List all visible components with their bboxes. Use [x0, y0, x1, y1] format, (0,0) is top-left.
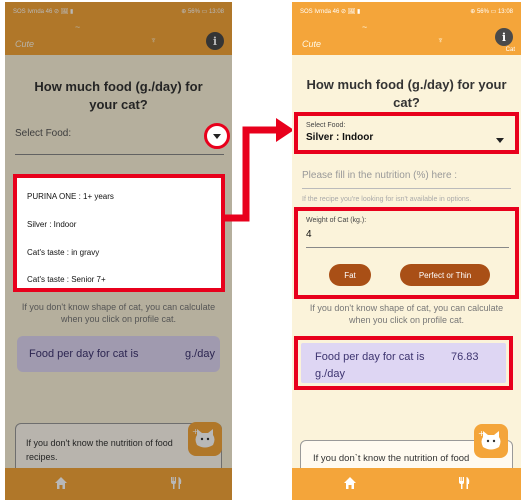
result-unit: g./day	[315, 368, 345, 380]
result-box: Food per day for cat is 76.83 g./day	[301, 343, 506, 383]
menu-item[interactable]: PURINA ONE : 1+ years	[27, 192, 114, 201]
callout-arrow	[222, 118, 294, 222]
page-title: How much food (g./day) for your cat?	[306, 77, 507, 110]
fat-button[interactable]: Fat	[329, 264, 371, 286]
nutrition-note: If the recipe you're looking for isn't a…	[302, 196, 472, 203]
status-right: ⊕ 56% ▭ 13:08	[470, 8, 513, 15]
result-highlight: Food per day for cat is 76.83 g./day	[294, 336, 513, 390]
add-cat-icon: +	[478, 429, 501, 450]
weight-input[interactable]: 4	[306, 229, 312, 240]
bottom-nav	[292, 468, 521, 500]
weight-label: Weight of Cat (kg.):	[306, 217, 367, 224]
profile-cat-caption: Cat	[505, 47, 515, 53]
food-dropdown-menu: PURINA ONE : 1+ years Silver : Indoor Ca…	[13, 174, 225, 292]
select-food-label: Select Food:	[306, 122, 346, 129]
nutrition-card-text: If you don`t know the nutrition of food	[313, 453, 470, 464]
select-food-value: Silver : Indoor	[306, 132, 374, 143]
perfect-or-thin-button[interactable]: Perfect or Thin	[400, 264, 490, 286]
weight-underline	[306, 247, 509, 248]
menu-item[interactable]: Cat's taste : Senior 7+	[27, 275, 106, 284]
nutrition-underline	[302, 188, 511, 189]
result-label: Food per day for cat is	[315, 351, 425, 363]
menu-item[interactable]: Silver : Indoor	[27, 220, 76, 229]
result-value: 76.83	[451, 351, 479, 363]
header-deco-text: Cute	[302, 39, 322, 49]
nutrition-input[interactable]: Please fill in the nutrition (%) here :	[302, 170, 457, 181]
status-left: SOS Ivrnda 46 ⊘ 🖼 ▮	[300, 8, 361, 15]
fork-knife-icon[interactable]	[457, 476, 471, 490]
right-phone-screen: SOS Ivrnda 46 ⊘ 🖼 ▮ ⊕ 56% ▭ 13:08 Cute ~…	[292, 2, 521, 500]
left-phone-screen: SOS Ivrnda 46 ⊘ 🖼 ▮ ⊕ 56% ▭ 13:08 Cute ~…	[5, 2, 232, 500]
home-icon[interactable]	[343, 476, 357, 490]
shape-hint: If you don't know shape of cat, you can …	[309, 303, 504, 325]
header-deco-cup: ♆	[437, 35, 444, 45]
info-icon[interactable]: i	[495, 28, 513, 46]
status-bar: SOS Ivrnda 46 ⊘ 🖼 ▮ ⊕ 56% ▭ 13:08	[292, 2, 521, 20]
header-deco-wave: ~	[362, 22, 368, 32]
app-header: SOS Ivrnda 46 ⊘ 🖼 ▮ ⊕ 56% ▭ 13:08 Cute ~…	[292, 2, 521, 55]
dropdown-arrow-icon	[496, 138, 504, 143]
menu-item[interactable]: Cat's taste : in gravy	[27, 248, 99, 257]
svg-text:+: +	[478, 429, 485, 438]
add-cat-button[interactable]: +	[474, 424, 508, 458]
select-food-field[interactable]: Select Food: Silver : Indoor	[294, 112, 519, 154]
weight-section: Weight of Cat (kg.): 4 Fat Perfect or Th…	[294, 207, 519, 299]
